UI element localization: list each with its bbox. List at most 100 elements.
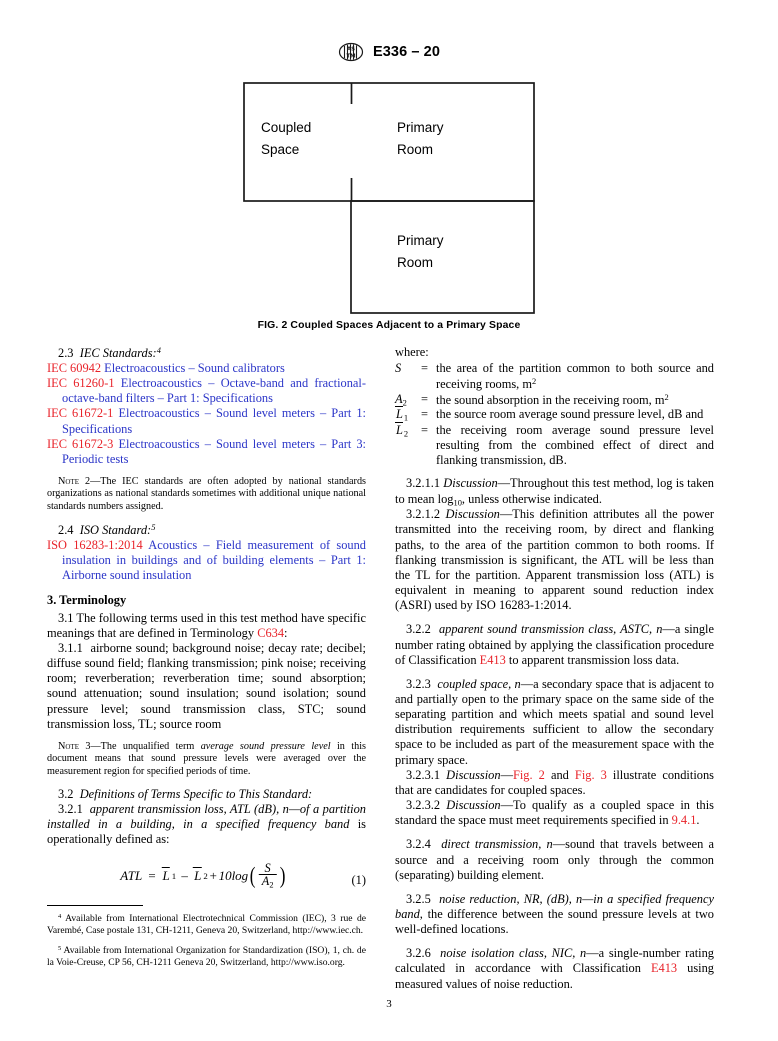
left-column: 2.3 IEC Standards:4 IEC 60942 Electroaco…	[47, 345, 366, 912]
where-label: where:	[395, 345, 429, 359]
equation-fraction: S A2	[258, 860, 277, 891]
figure-label-primary-room-top: Primary	[397, 120, 444, 135]
equation-l1-sub: 1	[171, 870, 177, 881]
paragraph-3-1-1-text: airborne sound; background noise; decay …	[47, 640, 366, 731]
where-equals: =	[421, 361, 428, 376]
reference-iec-61672-1[interactable]: IEC 61672-1 Electroacoustics – Sound lev…	[47, 406, 366, 436]
section-3-heading: 3. Terminology	[47, 593, 127, 608]
reference-id[interactable]: IEC 61672-1	[47, 406, 113, 420]
page-header: AS TM E336 – 20	[0, 42, 778, 62]
figure-label-primary-room-bottom-2: Room	[397, 255, 433, 270]
where-symbol: A2	[395, 391, 407, 408]
paragraph-3-2-3-1-text-b: and	[544, 767, 575, 782]
where-row-l1: L1 = the source room average sound press…	[395, 406, 714, 423]
where-equals: =	[421, 422, 428, 437]
paragraph-3-2-3-1: 3.2.3.1 Discussion—Fig. 2 and Fig. 3 ill…	[395, 768, 714, 798]
section-2-3-heading: 2.3 IEC Standards:4	[47, 345, 366, 361]
equation-minus: –	[181, 868, 188, 884]
paragraph-3-1-number: 3.1	[58, 610, 74, 625]
note-2-number: 2—	[84, 476, 101, 488]
paragraph-3-2-1-2: 3.2.1.2 Discussion—This definition attri…	[395, 507, 714, 613]
footnote-4: 4 Available from International Electrote…	[47, 913, 366, 937]
footnote-4-marker: 4	[58, 913, 62, 921]
discussion-label: Discussion	[446, 767, 501, 782]
paragraph-3-1-1-number: 3.1.1	[58, 640, 83, 655]
reference-iso-16283-1[interactable]: ISO 16283-1:2014 Acoustics – Field measu…	[47, 538, 366, 583]
note-3: Note 3—The unqualified term average soun…	[47, 741, 366, 778]
paragraph-3-2-2-text-b: to apparent transmission loss data.	[505, 652, 680, 667]
where-equals: =	[421, 407, 428, 422]
reference-iec-61672-3[interactable]: IEC 61672-3 Electroacoustics – Sound lev…	[47, 437, 366, 467]
reference-id[interactable]: IEC 61260-1	[47, 376, 115, 390]
link-9-4-1[interactable]: 9.4.1	[672, 813, 697, 827]
link-e413[interactable]: E413	[651, 961, 677, 975]
link-c634[interactable]: C634	[257, 626, 284, 640]
link-e413[interactable]: E413	[480, 653, 506, 667]
paragraph-3-1: 3.1 The following terms used in this tes…	[47, 611, 366, 641]
note-3-text-a: The unqualified term	[100, 740, 201, 752]
equation-log: 10log	[218, 868, 249, 884]
where-symbol: L1	[395, 406, 409, 423]
figure-label-coupled-space: Coupled	[261, 120, 311, 135]
paragraph-3-2-1-2-number: 3.2.1.2	[406, 507, 441, 522]
note-2: Note 2—The IEC standards are often adopt…	[47, 476, 366, 513]
paragraph-3-2-6: 3.2.6 noise isolation class, NIC, n—a si…	[395, 946, 714, 991]
discussion-label: Discussion	[445, 507, 500, 522]
equation-l2: L	[194, 868, 202, 884]
footnote-5-text: Available from International Organizatio…	[47, 945, 366, 969]
paragraph-3-1-text-a: The following terms used in this test me…	[47, 610, 366, 640]
link-fig-3[interactable]: Fig. 3	[575, 768, 607, 782]
paragraph-3-2-2-number: 3.2.2	[406, 622, 431, 637]
link-fig-2[interactable]: Fig. 2	[513, 768, 545, 782]
where-definition: the source room average sound pressure l…	[436, 407, 704, 422]
section-3-2-number: 3.2	[58, 786, 74, 801]
where-symbol: S	[395, 361, 402, 376]
reference-title[interactable]: Electroacoustics – Sound calibrators	[104, 361, 285, 375]
paragraph-3-2-6-number: 3.2.6	[406, 946, 431, 961]
equation-numerator: S	[264, 860, 271, 875]
discussion-label: Discussion	[443, 476, 498, 491]
paragraph-3-2-3-2-number: 3.2.3.2	[406, 798, 441, 813]
equation-plus: +	[208, 868, 218, 884]
right-column: where: S = the area of the partition com…	[395, 345, 714, 992]
section-3-2-heading: 3.2 Definitions of Terms Specific to Thi…	[47, 787, 366, 802]
section-2-4-heading: 2.4 ISO Standard:5	[47, 522, 366, 538]
where-definitions-table: S = the area of the partition common to …	[395, 361, 714, 467]
note-3-number: 3—	[85, 740, 101, 752]
section-2-3-title: IEC Standards:	[79, 345, 157, 360]
equation-paren-close: )	[279, 862, 286, 888]
standard-designation: E336 – 20	[372, 44, 440, 60]
paragraph-3-2-2-term: apparent sound transmission class, ASTC,…	[438, 622, 663, 637]
paragraph-3-2-3-2: 3.2.3.2 Discussion—To qualify as a coupl…	[395, 798, 714, 828]
where-row-l2: L2 = the receiving room average sound pr…	[395, 421, 714, 468]
paragraph-3-2-4-term: direct transmission, n	[441, 837, 553, 852]
paragraph-3-2-5-text: , the difference between the sound press…	[395, 907, 714, 937]
reference-iec-60942[interactable]: IEC 60942 Electroacoustics – Sound calib…	[47, 361, 366, 376]
reference-id[interactable]: IEC 60942	[47, 361, 101, 375]
section-2-3-number: 2.3	[58, 345, 74, 360]
equation-l2-sub: 2	[203, 870, 208, 881]
paragraph-3-1-text-b: :	[284, 625, 288, 640]
equation-number: (1)	[351, 872, 366, 887]
paragraph-3-2-3-number: 3.2.3	[406, 676, 431, 691]
figure-label-coupled-space-2: Space	[261, 142, 299, 157]
paragraph-3-2-1-1-number: 3.2.1.1	[406, 476, 441, 491]
paragraph-3-2-4: 3.2.4 direct transmission, n—sound that …	[395, 837, 714, 882]
equation-lhs: ATL	[120, 868, 143, 884]
overline-wrapper: L	[395, 406, 403, 422]
paragraph-3-2-3-2-text-b: .	[696, 813, 700, 828]
document-page: AS TM E336 – 20 Coupled Space Primary Ro…	[0, 0, 778, 1041]
reference-id[interactable]: IEC 61672-3	[47, 437, 113, 451]
svg-text:AS: AS	[347, 47, 355, 53]
equation-l1-overline: L	[161, 867, 170, 884]
where-definition: the sound absorption in the receiving ro…	[436, 391, 669, 407]
paragraph-3-2-1: 3.2.1 apparent transmission loss, ATL (d…	[47, 802, 366, 847]
paragraph-3-1-1: 3.1.1 airborne sound; background noise; …	[47, 641, 366, 732]
paragraph-3-2-5: 3.2.5 noise reduction, NR, (dB), n—in a …	[395, 892, 714, 937]
reference-id[interactable]: ISO 16283-1:2014	[47, 538, 143, 552]
note-3-label: Note	[58, 740, 79, 752]
paragraph-3-2-1-1-sub: 10	[453, 496, 462, 507]
reference-iec-61260-1[interactable]: IEC 61260-1 Electroacoustics – Octave-ba…	[47, 376, 366, 406]
footnotes-block: 4 Available from International Electrote…	[47, 905, 366, 977]
discussion-label: Discussion	[446, 798, 501, 813]
